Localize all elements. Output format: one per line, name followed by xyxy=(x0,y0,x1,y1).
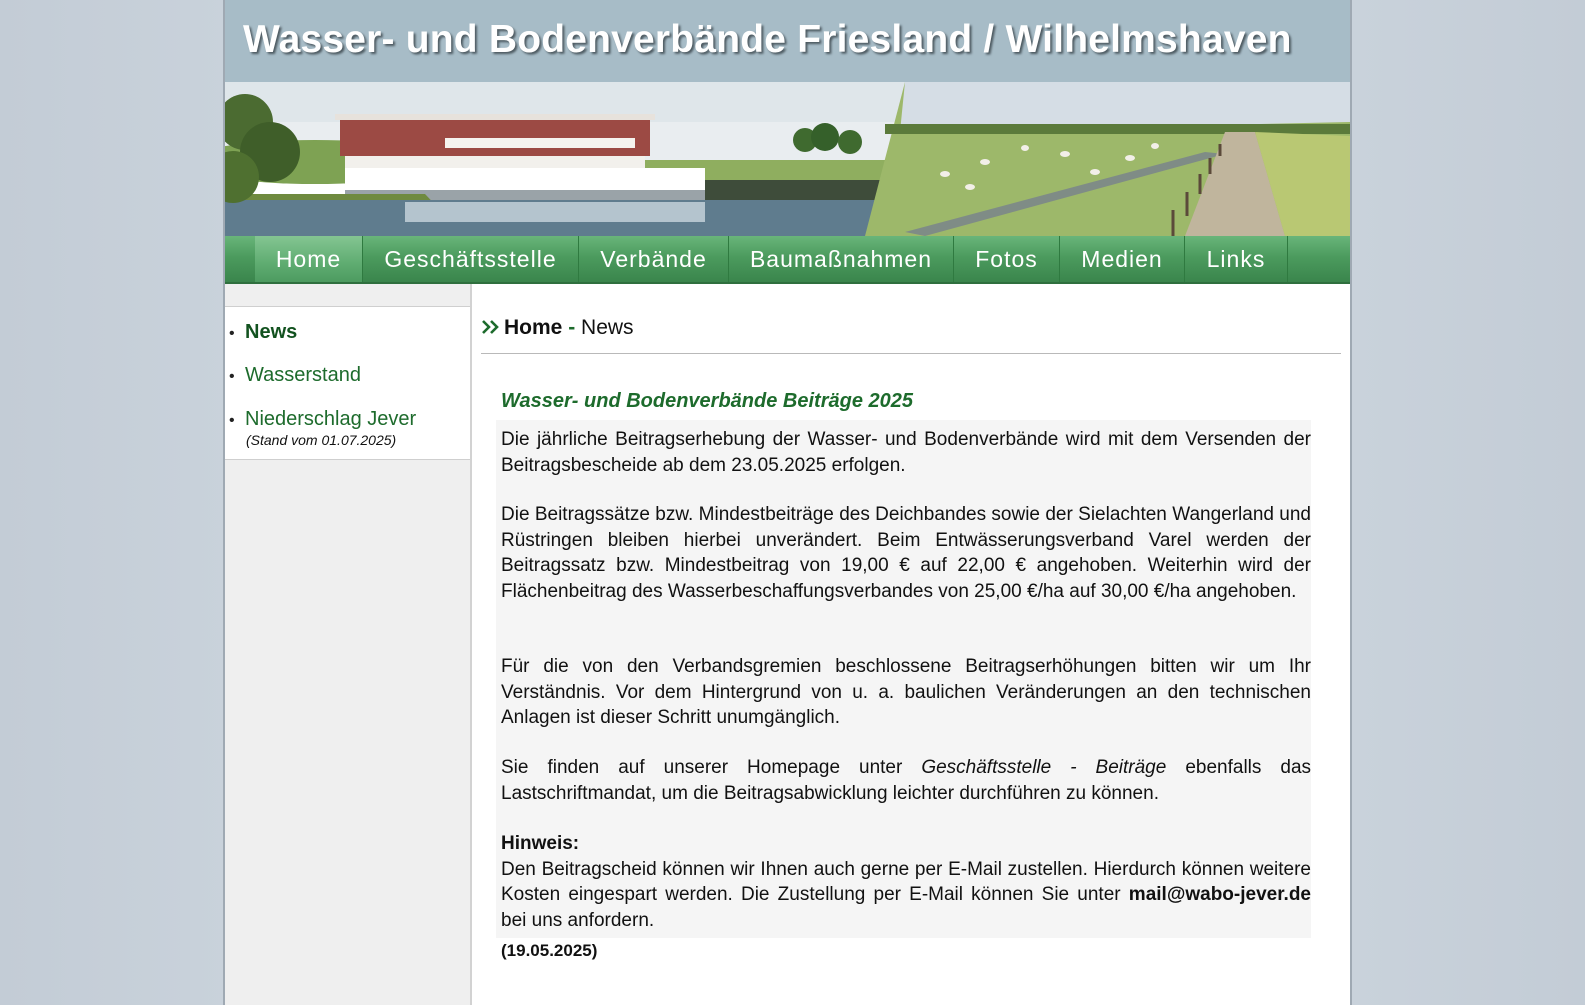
article-note: Hinweis: Den Beitragscheid können wir Ih… xyxy=(501,831,1311,933)
bullet-icon: • xyxy=(229,368,235,385)
sidebar: • News • Wasserstand • Niederschlag Jever (… xyxy=(225,284,472,1005)
breadcrumb: Home - News xyxy=(481,316,634,340)
article-date: (19.05.2025) xyxy=(501,941,598,960)
site-banner: Wasser- und Bodenverbände Friesland / Wi… xyxy=(225,0,1350,82)
sidebar-item-niederschlag-sub: (Stand vom 01.07.2025) xyxy=(246,432,397,448)
nav-home[interactable]: Home xyxy=(255,236,363,282)
bullet-icon: • xyxy=(229,412,235,429)
nav-baumassnahmen[interactable]: Baumaßnahmen xyxy=(729,236,954,282)
nav-medien[interactable]: Medien xyxy=(1060,236,1185,282)
main-navigation: Home Geschäftsstelle Verbände Baumaßnahm… xyxy=(225,236,1350,284)
nav-links[interactable]: Links xyxy=(1185,236,1288,282)
site-title: Wasser- und Bodenverbände Friesland / Wi… xyxy=(243,18,1292,61)
breadcrumb-home[interactable]: Home xyxy=(504,316,562,339)
bullet-icon: • xyxy=(229,325,235,342)
beitraege-page-reference: Geschäftsstelle - Beiträge xyxy=(921,757,1167,778)
header-photo xyxy=(225,82,1350,236)
article-paragraph-4: Sie finden auf unserer Homepage unter Ge… xyxy=(501,755,1311,806)
note-heading: Hinweis: xyxy=(501,833,580,854)
paragraph-4-text-before: Sie finden auf unserer Homepage unter xyxy=(501,757,903,778)
article-paragraph-2: Die Beitragssätze bzw. Mindestbeiträge d… xyxy=(501,504,1311,602)
sidebar-menu: • News • Wasserstand • Niederschlag Jever (… xyxy=(225,306,470,460)
breadcrumb-current: News xyxy=(581,316,634,339)
article-title: Wasser- und Bodenverbände Beiträge 2025 xyxy=(501,390,913,412)
nav-geschaeftsstelle[interactable]: Geschäftsstelle xyxy=(363,236,579,282)
nav-fotos[interactable]: Fotos xyxy=(954,236,1060,282)
sidebar-item-niederschlag-label[interactable]: Niederschlag Jever xyxy=(245,408,416,430)
nav-verbaende[interactable]: Verbände xyxy=(579,236,729,282)
sidebar-item-news[interactable]: • News xyxy=(229,321,297,344)
page-container: Wasser- und Bodenverbände Friesland / Wi… xyxy=(223,0,1352,1005)
article-paragraph-3: Für die von den Verbandsgremien beschlos… xyxy=(501,656,1311,728)
article-paragraph-1: Die jährliche Beitragserhebung der Wasse… xyxy=(501,429,1311,476)
sidebar-item-wasserstand-label[interactable]: Wasserstand xyxy=(245,364,361,386)
contact-email[interactable]: mail@wabo-jever.de xyxy=(1129,884,1311,905)
sidebar-item-wasserstand[interactable]: • Wasserstand xyxy=(229,364,361,387)
breadcrumb-separator: - xyxy=(568,316,576,339)
double-chevron-icon xyxy=(482,320,499,334)
breadcrumb-divider xyxy=(481,353,1341,354)
sidebar-item-news-label[interactable]: News xyxy=(245,321,297,343)
sidebar-item-niederschlag[interactable]: • Niederschlag Jever xyxy=(229,408,416,431)
note-text-after: bei uns anfordern. xyxy=(501,909,655,931)
